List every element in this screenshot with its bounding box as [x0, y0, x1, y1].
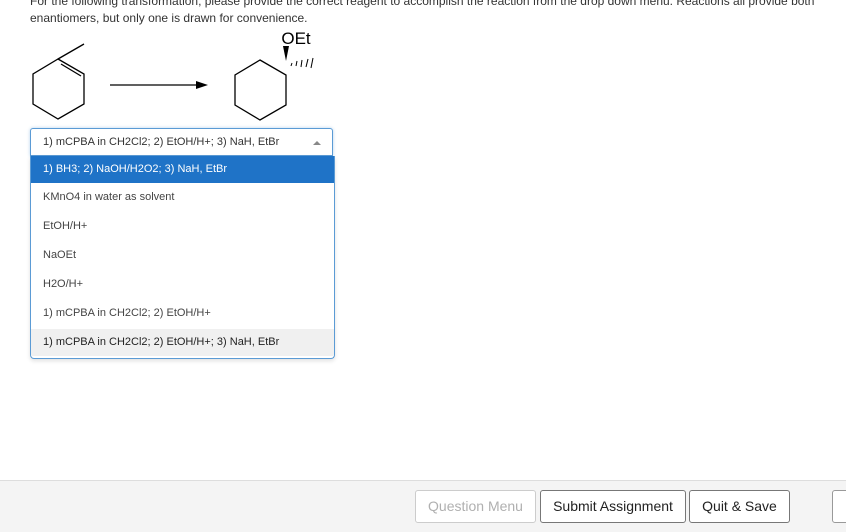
reagent-option-1[interactable]: 1) BH3; 2) NaOH/H2O2; 3) NaH, EtBr: [31, 156, 334, 183]
reaction-arrow: [110, 81, 208, 89]
reagent-option-4[interactable]: NaOEt: [31, 242, 334, 269]
quit-save-button[interactable]: Quit & Save: [689, 490, 790, 523]
reagent-option-7[interactable]: 1) mCPBA in CH2Cl2; 2) EtOH/H+; 3) NaH, …: [31, 329, 334, 356]
reagent-dropdown-list: 1) BH3; 2) NaOH/H2O2; 3) NaH, EtBr KMnO4…: [30, 156, 335, 359]
question-menu-button[interactable]: Question Menu: [415, 490, 536, 523]
footer-bar: Question Menu Submit Assignment Quit & S…: [0, 480, 846, 532]
submit-assignment-button[interactable]: Submit Assignment: [540, 490, 686, 523]
instructions-line-2: enantiomers, but only one is drawn for c…: [30, 11, 308, 25]
reactant-structure: [32, 43, 85, 120]
caret-up-icon: [313, 141, 321, 145]
hash-bond: [290, 57, 314, 69]
reagent-option-2[interactable]: KMnO4 in water as solvent: [31, 184, 334, 211]
reagent-option-3[interactable]: EtOH/H+: [31, 213, 334, 240]
reagent-select-value: 1) mCPBA in CH2Cl2; 2) EtOH/H+; 3) NaH, …: [43, 136, 280, 148]
wedge-bond: [283, 46, 289, 61]
reaction-scheme: OEt: [32, 30, 314, 121]
reagent-option-5[interactable]: H2O/H+: [31, 271, 334, 298]
product-group-label: OEt: [281, 30, 311, 48]
instructions-text: For the following transformation, please…: [30, 0, 830, 27]
overflow-button[interactable]: [832, 490, 846, 523]
reagent-option-6[interactable]: 1) mCPBA in CH2Cl2; 2) EtOH/H+: [31, 300, 334, 327]
reagent-select[interactable]: 1) mCPBA in CH2Cl2; 2) EtOH/H+; 3) NaH, …: [30, 128, 333, 156]
product-structure: [234, 59, 287, 121]
instructions-line-1: For the following transformation, please…: [30, 0, 815, 8]
